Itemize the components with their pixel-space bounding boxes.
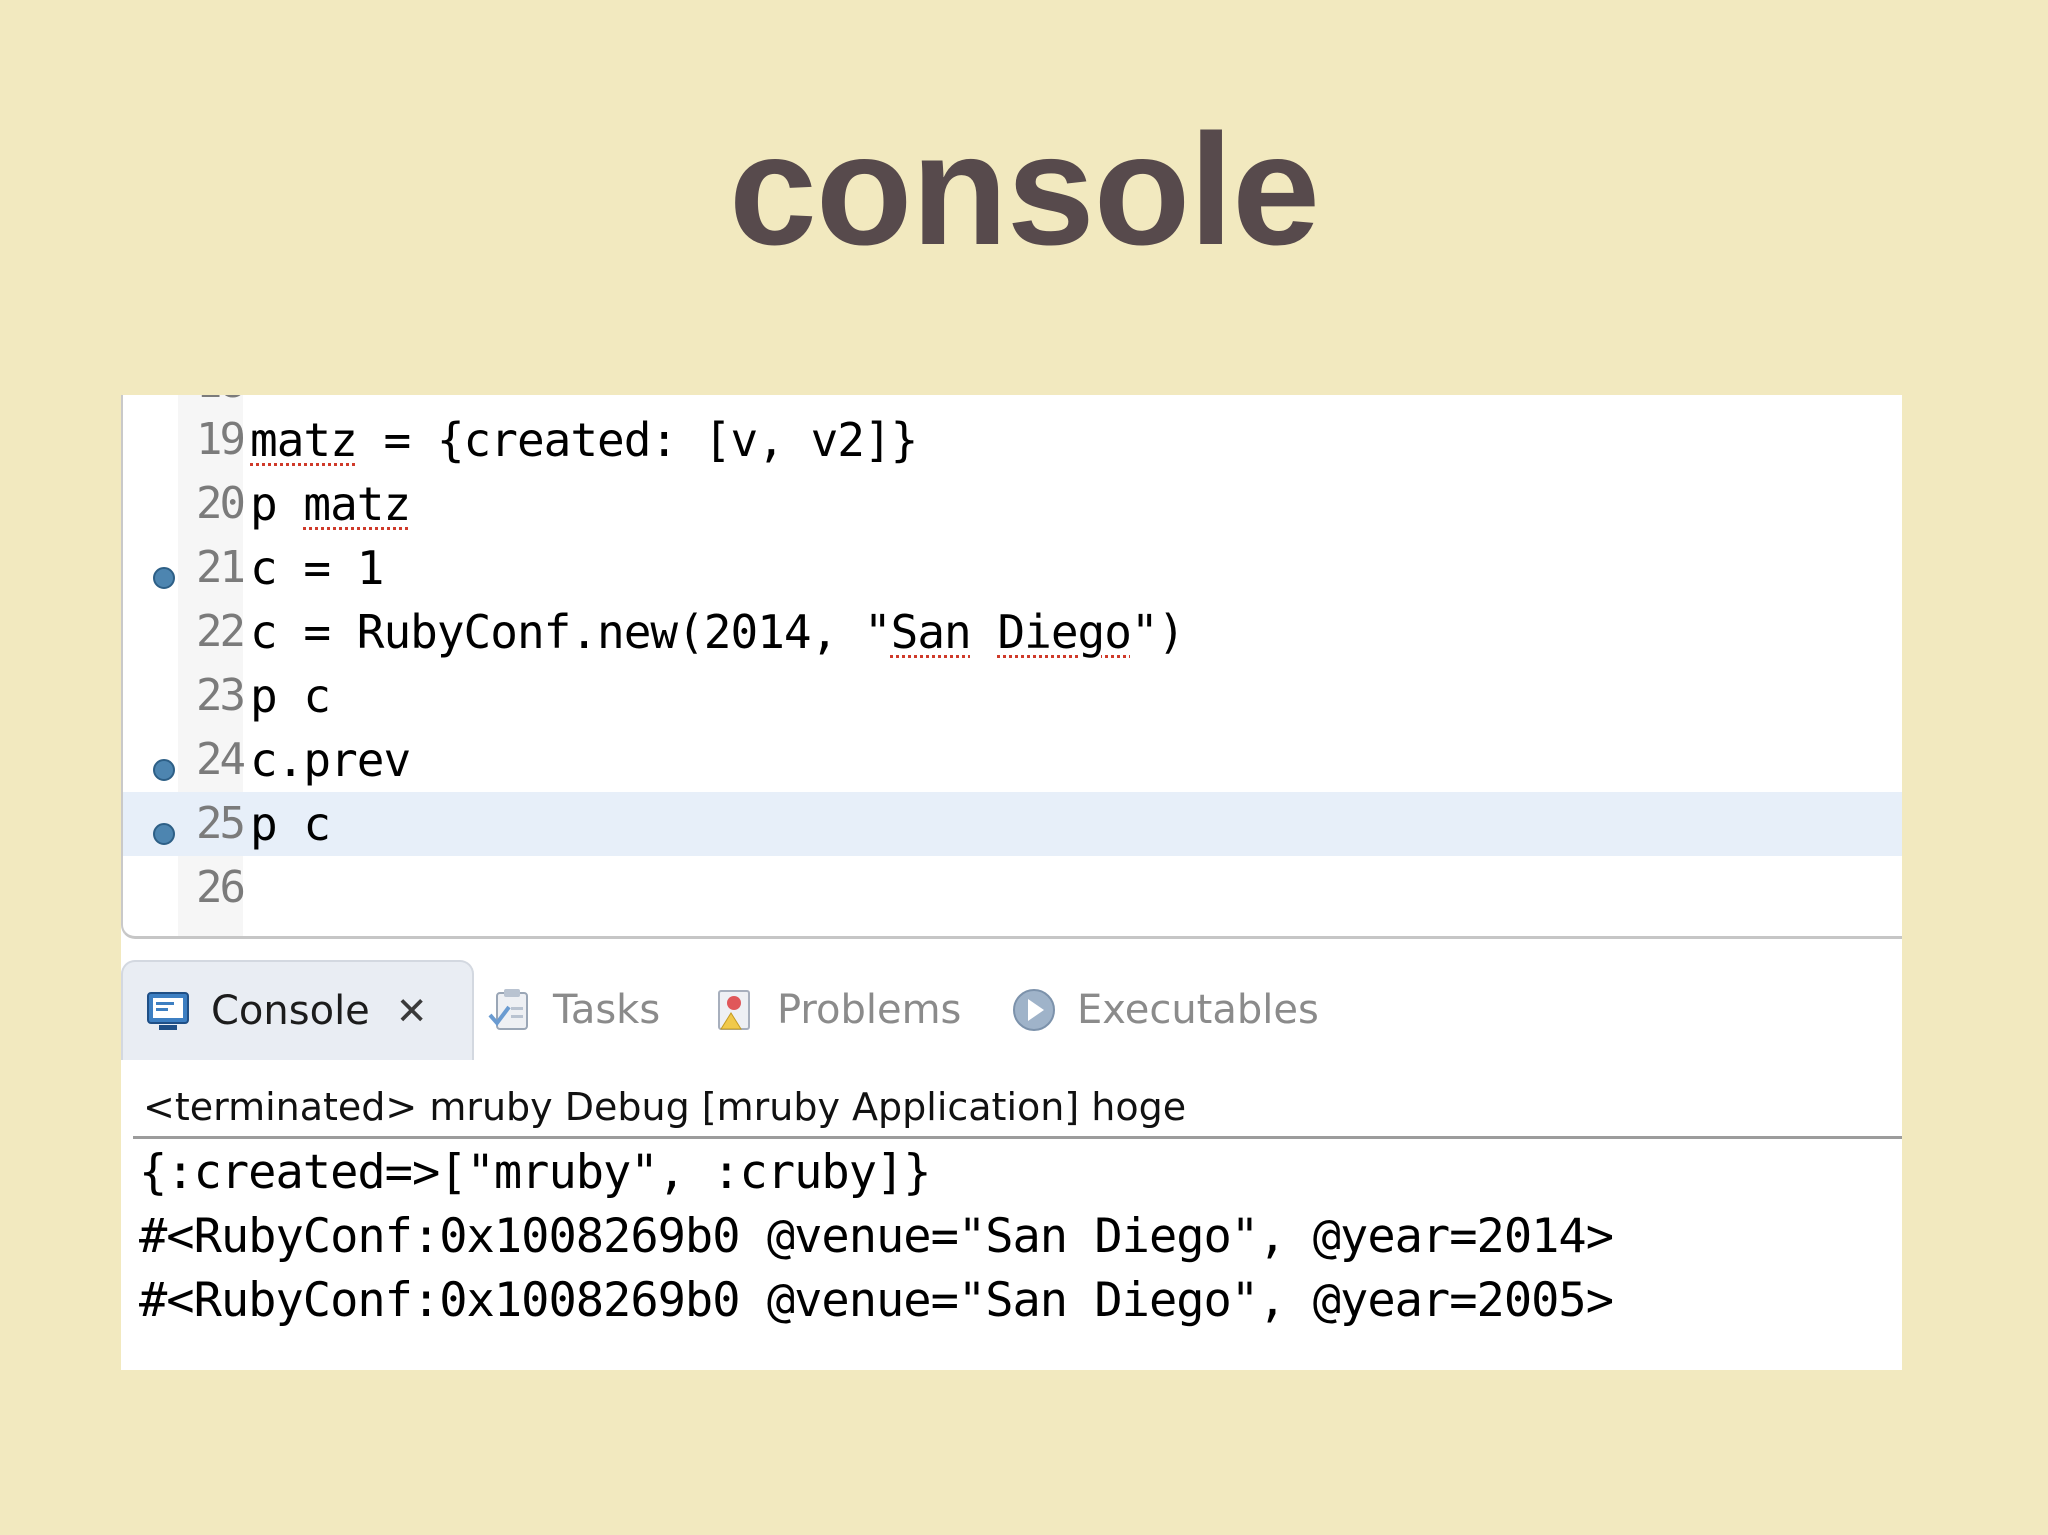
line-number: 23: [196, 670, 246, 721]
code-token: p c: [250, 797, 331, 851]
line-number: 25: [196, 798, 246, 849]
tab-console[interactable]: Console ✕: [121, 960, 474, 1060]
code-text: matz = {created: [v, v2]}: [250, 408, 918, 472]
breakpoint-icon[interactable]: [153, 759, 175, 781]
tab-executables[interactable]: Executables: [1011, 960, 1319, 1060]
code-line[interactable]: 20 p matz: [123, 472, 1902, 536]
tab-problems-label: Problems: [777, 987, 962, 1033]
code-token: = {created: [v, v2]}: [356, 413, 918, 467]
code-token: p c: [250, 669, 331, 723]
line-number: 22: [196, 606, 246, 657]
line-number: 21: [196, 542, 246, 593]
code-token: p: [250, 477, 304, 531]
code-editor[interactable]: 18 19matz = {created: [v, v2]}20p matz21…: [121, 395, 1902, 939]
code-token: "): [1130, 605, 1185, 659]
code-token-warning: matz: [303, 477, 411, 531]
code-line[interactable]: 26: [123, 856, 1902, 920]
console-divider: [133, 1136, 1902, 1139]
tab-tasks[interactable]: Tasks: [487, 960, 660, 1060]
code-text: p c: [250, 664, 331, 728]
tab-executables-label: Executables: [1077, 987, 1319, 1033]
code-line[interactable]: 19 matz = {created: [v, v2]}: [123, 408, 1902, 472]
breakpoint-icon[interactable]: [153, 823, 175, 845]
slide-title: console: [728, 102, 1320, 278]
breakpoint-icon[interactable]: [153, 567, 175, 589]
code-token-warning: matz: [250, 413, 358, 467]
tab-problems[interactable]: Problems: [711, 960, 961, 1060]
code-line[interactable]: 23 p c: [123, 664, 1902, 728]
code-text: c = RubyConf.new(2014, "San Diego"): [250, 600, 1185, 664]
console-output-line: #<RubyConf:0x1008269b0 @venue="San Diego…: [139, 1209, 1614, 1264]
code-token-warning: Diego: [997, 605, 1131, 659]
console-output-line: #<RubyConf:0x1008269b0 @venue="San Diego…: [139, 1273, 1614, 1328]
close-icon[interactable]: ✕: [396, 989, 428, 1033]
code-text: c = 1: [250, 536, 384, 600]
code-token: c = 1: [250, 541, 384, 595]
problems-icon: [711, 987, 757, 1033]
console-status: <terminated> mruby Debug [mruby Applicat…: [143, 1085, 1187, 1129]
code-text: p c: [250, 792, 331, 856]
code-token-warning: San: [890, 605, 972, 659]
ide-screenshot: 18 19matz = {created: [v, v2]}20p matz21…: [121, 395, 1902, 1370]
console-output-line: {:created=>["mruby", :cruby]}: [139, 1145, 932, 1200]
line-number: 26: [196, 862, 246, 913]
code-line[interactable]: 21 c = 1: [123, 536, 1902, 600]
tab-console-label: Console: [211, 988, 370, 1034]
code-token: c.prev: [250, 733, 411, 787]
line-number: 20: [196, 478, 246, 529]
code-token: c = RubyConf.new(2014, ": [250, 605, 892, 659]
code-line[interactable]: 24 c.prev: [123, 728, 1902, 792]
line-number: 24: [196, 734, 246, 785]
code-text: c.prev: [250, 728, 411, 792]
console-icon: [145, 988, 191, 1034]
view-tab-bar: Console ✕ Tasks Problems Executables: [121, 960, 1902, 1060]
executables-icon: [1011, 987, 1057, 1033]
line-number: 19: [196, 414, 246, 465]
tab-tasks-label: Tasks: [553, 987, 661, 1033]
code-line[interactable]: 25 p c: [123, 792, 1902, 856]
tasks-icon: [487, 987, 533, 1033]
code-text: p matz: [250, 472, 411, 536]
code-line[interactable]: 22 c = RubyConf.new(2014, "San Diego"): [123, 600, 1902, 664]
